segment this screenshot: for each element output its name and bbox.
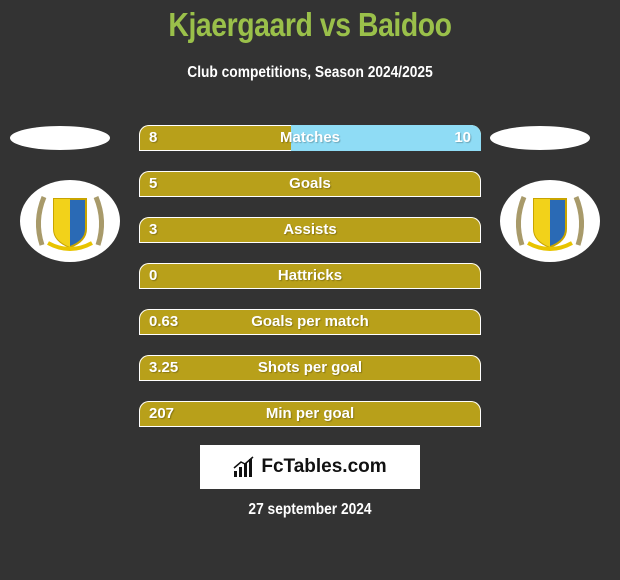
stat-label: Matches [279,129,341,146]
stat-label: Shots per goal [257,359,363,376]
left-value: 207 [149,405,175,422]
club-crest-icon [516,196,584,251]
left-value: 0.63 [149,313,179,330]
stat-row-min-per-goal: Min per goal 207 [139,401,481,427]
left-value: 3.25 [149,359,179,376]
stat-row-goals: Goals 5 [139,171,481,197]
left-value: 5 [149,175,158,192]
right-player-badge [490,126,590,150]
stat-label: Hattricks [277,267,343,284]
fctables-logo[interactable]: FcTables.com [200,445,420,489]
stat-row-hattricks: Hattricks 0 [139,263,481,289]
left-value: 8 [149,129,158,146]
stat-row-goals-per-match: Goals per match 0.63 [139,309,481,335]
left-player-badge [10,126,110,150]
page-title: Kjaergaard vs Baidoo [168,6,452,43]
stat-label: Assists [283,221,337,238]
stat-row-matches: Matches 8 10 [139,125,481,151]
stat-row-assists: Assists 3 [139,217,481,243]
bar-chart-icon [233,456,254,477]
competition-subtitle: Club competitions, Season 2024/2025 [187,64,433,81]
right-value: 10 [454,129,471,146]
brand-name: FcTables.com [261,456,387,477]
match-date: 27 september 2024 [248,501,372,518]
club-crest-icon [36,196,104,251]
stat-label: Goals per match [251,313,369,330]
left-club-logo[interactable] [20,180,120,262]
stat-label: Goals [289,175,331,192]
stat-label: Min per goal [265,405,355,422]
right-club-logo[interactable] [500,180,600,262]
left-value: 3 [149,221,158,238]
left-value: 0 [149,267,158,284]
stat-row-shots-per-goal: Shots per goal 3.25 [139,355,481,381]
